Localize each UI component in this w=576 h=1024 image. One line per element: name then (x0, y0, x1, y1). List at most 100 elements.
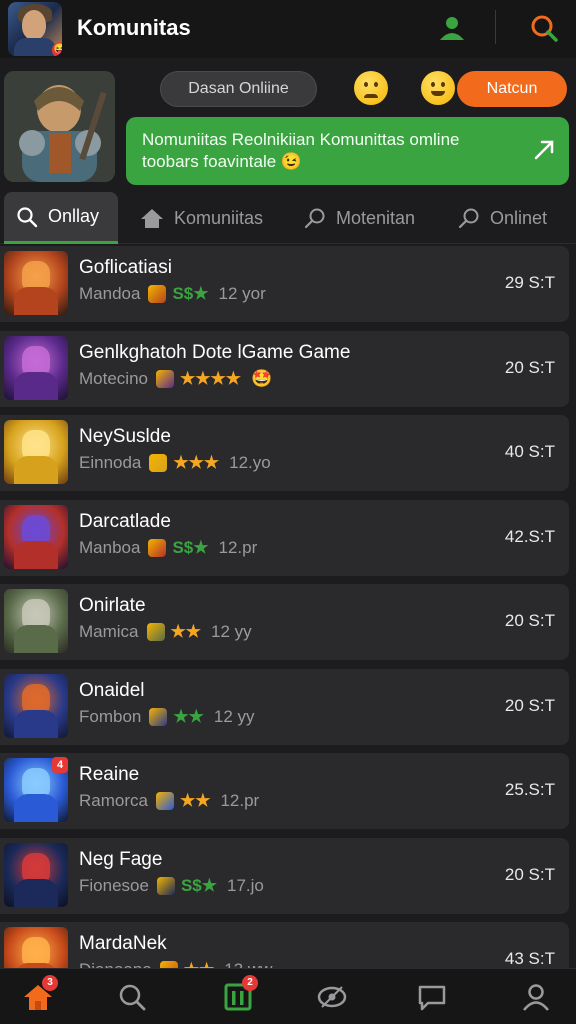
tab-komuniitas[interactable]: Komuniitas (140, 192, 263, 244)
game-developer: Fionesoe (79, 875, 149, 895)
game-rating: S$★ (172, 537, 209, 557)
game-meta: 29 S:T (504, 273, 555, 292)
game-extra: 12 yy (211, 622, 252, 641)
app-title: Komunitas (77, 15, 191, 40)
game-thumbnail[interactable] (4, 504, 68, 569)
game-rating: ★★ (170, 622, 201, 641)
game-title: Goflicatiasi (79, 257, 172, 278)
tab-motenitan[interactable]: Motenitan (304, 192, 415, 244)
game-rating: ★★★ (173, 453, 220, 472)
search-icon (458, 208, 479, 229)
search-icon[interactable] (528, 12, 560, 44)
game-row[interactable]: NeySuslde Einnoda ★★★ 12.yo 40 S:T (0, 415, 569, 491)
search-icon (119, 984, 146, 1011)
game-meta: 20 S:T (504, 695, 555, 715)
game-mini-icon (148, 538, 167, 557)
game-title: Onaidel (79, 679, 145, 701)
game-thumbnail[interactable] (4, 842, 68, 907)
game-rating: ★★★★ (179, 368, 241, 388)
nav-chat[interactable] (416, 981, 448, 1013)
game-title: Reaine (79, 764, 140, 785)
game-thumbnail[interactable] (4, 673, 68, 738)
game-thumbnail[interactable] (4, 335, 68, 400)
game-row[interactable]: Darcatlade Manboa S$★ 12.pr 42.S:T (0, 499, 569, 576)
game-meta: 20 S:T (504, 864, 555, 884)
game-subtitle-line: Manboa S$★ 12.pr (79, 538, 257, 558)
game-mini-icon (149, 454, 168, 472)
chat-icon (418, 985, 446, 1011)
game-extra: 12 yor (218, 284, 266, 303)
game-rating: ★★ (179, 791, 211, 810)
tab-label: Onllay (48, 206, 100, 226)
game-developer: Mandoa (79, 284, 141, 303)
action-button[interactable]: Natcun (457, 71, 567, 107)
game-extra: 🤩 (250, 368, 273, 388)
search-icon (304, 208, 325, 229)
home-icon (141, 209, 163, 228)
game-row[interactable]: Neg Fage Fionesoe S$★ 17.jo 20 S:T (0, 837, 569, 914)
game-developer: Motecino (79, 368, 148, 388)
game-title: Genlkghatoh Dote lGame Game (79, 341, 351, 363)
tab-bar: Onllay Komuniitas Motenitan Onlinet (0, 192, 576, 244)
game-mini-icon (156, 876, 175, 895)
nav-search[interactable] (116, 981, 148, 1013)
game-extra: 12.yo (229, 453, 271, 472)
game-row[interactable]: Genlkghatoh Dote lGame Game Motecino ★★★★ 🤩… (0, 330, 569, 407)
game-subtitle-line: Fionesoe S$★ 17.jo (79, 876, 264, 896)
game-thumbnail[interactable] (4, 589, 68, 653)
nav-gamepad[interactable] (316, 981, 348, 1013)
tab-label: Onlinet (490, 207, 548, 228)
online-status-pill[interactable]: Dasan Onliine (160, 71, 317, 107)
tab-onllay[interactable]: Onllay (4, 192, 118, 244)
game-developer: Einnoda (79, 453, 142, 472)
game-row[interactable]: Onaidel Fombon ★★ 12 yy 20 S:T (0, 668, 569, 745)
nav-badge: 2 (242, 975, 258, 991)
game-row[interactable]: 4 Reaine Ramorca ★★ 12.pr 25.S:T (0, 753, 569, 829)
game-meta: 20 S:T (504, 357, 555, 377)
avatar-badge: 😝 (52, 42, 62, 56)
game-mini-icon (155, 792, 174, 810)
user-avatar[interactable]: 😝 (8, 2, 62, 56)
smile-emoji-icon[interactable] (421, 71, 455, 105)
notification-badge: 4 (52, 757, 68, 773)
nav-home[interactable]: 3 (22, 975, 58, 1013)
community-banner[interactable]: Nomuniitas Reolnikiian Komunittas omline… (126, 117, 569, 185)
banner-text: Nomuniitas Reolnikiian Komunittas omline… (142, 130, 460, 171)
game-developer: Ramorca (79, 791, 148, 810)
game-title: NeySuslde (79, 426, 171, 447)
game-row[interactable]: Goflicatiasi Mandoa S$★ 12 yor 29 S:T (0, 246, 569, 322)
game-subtitle-line: Ramorca ★★ 12.pr (79, 791, 259, 811)
external-link-icon[interactable] (531, 137, 557, 163)
game-row[interactable]: Onirlate Mamica ★★ 12 yy 20 S:T (0, 584, 569, 660)
gamepad-icon (317, 986, 347, 1008)
featured-game-image[interactable] (4, 71, 115, 182)
game-subtitle-line: Motecino ★★★★ 🤩 (79, 369, 272, 389)
nav-profile[interactable] (520, 981, 552, 1013)
game-developer: Manboa (79, 537, 141, 557)
user-icon[interactable] (436, 12, 468, 44)
game-title: Darcatlade (79, 510, 171, 532)
game-thumbnail[interactable] (4, 420, 68, 484)
game-mini-icon (155, 369, 174, 388)
game-rating: ★★ (173, 706, 204, 726)
game-mini-icon (146, 623, 165, 641)
game-meta: 42.S:T (504, 526, 555, 546)
game-extra: 17.jo (226, 875, 264, 895)
game-meta: 40 S:T (504, 442, 555, 461)
tab-label: Komuniitas (174, 207, 264, 228)
frown-emoji-icon[interactable] (354, 71, 388, 105)
game-developer: Mamica (79, 622, 139, 641)
game-extra: 12 yy (213, 706, 255, 726)
game-mini-icon (149, 707, 168, 726)
nav-community[interactable]: 2 (222, 975, 258, 1013)
divider (495, 10, 496, 44)
game-thumbnail[interactable] (4, 251, 68, 315)
profile-icon (523, 984, 549, 1011)
top-bar: 😝 Komunitas (0, 0, 576, 58)
game-extra: 12.pr (218, 537, 258, 557)
tab-onlinet[interactable]: Onlinet (458, 192, 547, 244)
game-meta: 43 S:T (504, 949, 555, 968)
game-subtitle-line: Fombon ★★ 12 yy (79, 707, 255, 727)
game-subtitle-line: Mamica ★★ 12 yy (79, 622, 252, 642)
bottom-nav: 3 2 (0, 968, 576, 1024)
